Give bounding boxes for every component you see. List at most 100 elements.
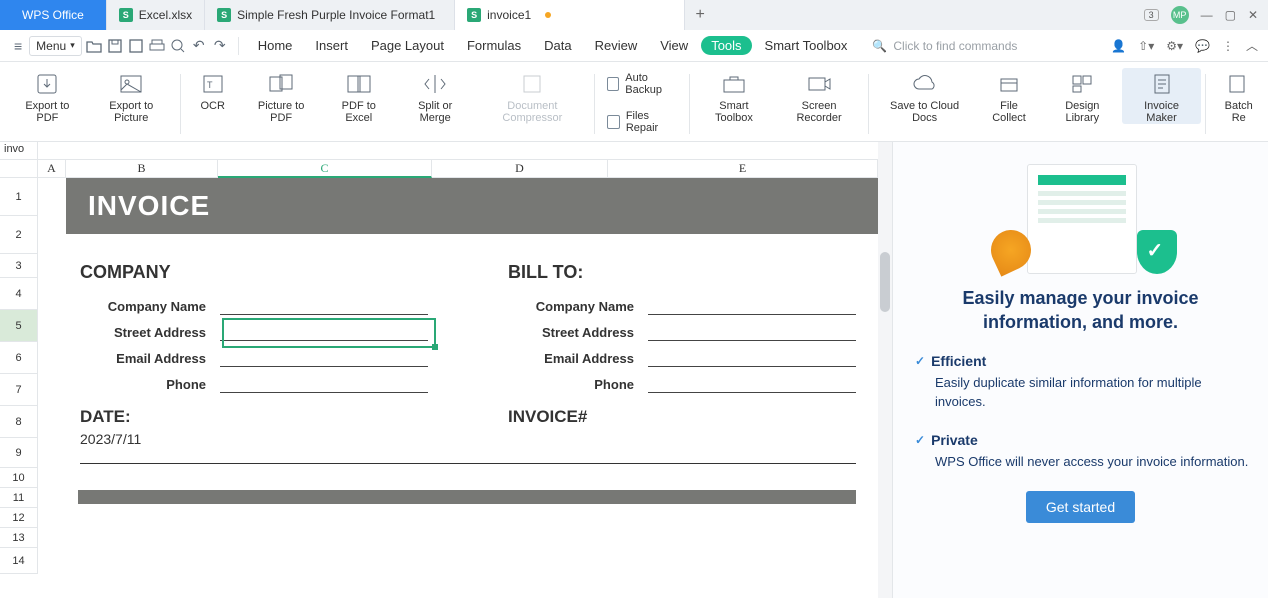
input-line[interactable] [220, 323, 428, 341]
doc-tab-3[interactable]: S invoice1 [455, 0, 685, 30]
menu-smart-toolbox[interactable]: Smart Toolbox [755, 34, 858, 57]
batch-rename-button[interactable]: Batch Re [1210, 68, 1268, 124]
screen-recorder-button[interactable]: Screen Recorder [774, 68, 865, 124]
share-icon[interactable]: ⇧▾ [1138, 39, 1154, 53]
pdf-to-excel-button[interactable]: PDF to Excel [322, 68, 397, 124]
input-line[interactable] [220, 375, 428, 393]
row-header[interactable]: 14 [0, 548, 38, 574]
collect-icon [995, 72, 1023, 96]
print-preview-icon[interactable] [169, 37, 187, 55]
input-line[interactable] [648, 297, 856, 315]
row-header[interactable]: 10 [0, 468, 38, 488]
row-header[interactable]: 3 [0, 254, 38, 278]
menu-formulas[interactable]: Formulas [457, 34, 531, 57]
open-icon[interactable] [85, 37, 103, 55]
new-tab-button[interactable]: + [685, 0, 715, 30]
save-cloud-button[interactable]: Save to Cloud Docs [873, 68, 976, 124]
file-collect-button[interactable]: File Collect [976, 68, 1042, 124]
row-header[interactable]: 13 [0, 528, 38, 548]
col-header[interactable]: E [608, 160, 878, 178]
undo-icon[interactable]: ↶ [190, 37, 208, 55]
label-phone: Phone [508, 377, 648, 392]
print-icon[interactable] [148, 37, 166, 55]
menu-view[interactable]: View [650, 34, 698, 57]
col-header[interactable]: D [432, 160, 608, 178]
row-header[interactable]: 1 [0, 178, 38, 216]
ribbon-label: PDF to Excel [332, 100, 387, 124]
export-picture-button[interactable]: Export to Picture [87, 68, 176, 124]
row-header[interactable]: 9 [0, 438, 38, 468]
close-icon[interactable]: ✕ [1248, 8, 1258, 22]
design-library-button[interactable]: Design Library [1042, 68, 1122, 124]
document-icon [1027, 164, 1137, 274]
name-box[interactable]: invo [0, 142, 38, 159]
ribbon-label: Picture to PDF [251, 100, 312, 124]
menu-tools[interactable]: Tools [701, 36, 751, 55]
input-line[interactable] [220, 297, 428, 315]
menu-home[interactable]: Home [248, 34, 303, 57]
tab-label: Excel.xlsx [139, 8, 192, 22]
divider [238, 37, 239, 55]
grid[interactable]: 1 2 3 4 5 6 7 8 9 10 11 12 13 14 A B C [0, 160, 878, 598]
get-started-button[interactable]: Get started [1026, 491, 1135, 523]
doc-tab-2[interactable]: S Simple Fresh Purple Invoice Format1 [205, 0, 455, 30]
maximize-icon[interactable]: ▢ [1225, 8, 1236, 22]
invoice-maker-button[interactable]: Invoice Maker [1122, 68, 1200, 124]
sheet-content: INVOICE COMPANY Company Name Street Addr… [38, 178, 878, 598]
feature-description: Easily duplicate similar information for… [935, 373, 1250, 412]
input-line[interactable] [220, 349, 428, 367]
menu-page-layout[interactable]: Page Layout [361, 34, 454, 57]
row-header[interactable]: 11 [0, 488, 38, 508]
user-avatar[interactable]: MP [1171, 6, 1189, 24]
input-line[interactable] [648, 323, 856, 341]
minimize-icon[interactable]: — [1201, 8, 1213, 22]
row-header[interactable]: 2 [0, 216, 38, 254]
collapse-ribbon-icon[interactable]: ︿ [1246, 37, 1258, 54]
pic-pdf-icon [267, 72, 295, 96]
col-header[interactable]: A [38, 160, 66, 178]
chat-icon[interactable]: 💬 [1195, 39, 1210, 53]
menu-insert[interactable]: Insert [305, 34, 358, 57]
more-icon[interactable]: ⋮ [1222, 39, 1234, 53]
save-icon[interactable] [106, 37, 124, 55]
files-repair-button[interactable]: Files Repair [607, 110, 677, 134]
smart-toolbox-button[interactable]: Smart Toolbox [694, 68, 774, 124]
document-compressor-button: Document Compressor [474, 68, 590, 124]
menu-data[interactable]: Data [534, 34, 581, 57]
row-header[interactable]: 5 [0, 310, 38, 342]
spreadsheet-icon: S [217, 8, 231, 22]
menu-dropdown[interactable]: Menu ▾ [29, 36, 82, 56]
label-email: Email Address [80, 351, 220, 366]
hamburger-icon[interactable]: ≡ [14, 38, 22, 54]
picture-to-pdf-button[interactable]: Picture to PDF [241, 68, 322, 124]
command-search[interactable]: 🔍 Click to find commands [872, 39, 1017, 53]
saveas-icon[interactable] [127, 37, 145, 55]
row-header[interactable]: 4 [0, 278, 38, 310]
export-pdf-button[interactable]: Export to PDF [8, 68, 87, 124]
scroll-thumb[interactable] [880, 252, 890, 312]
sheet-cells[interactable]: A B C D E INVOICE COMPANY Company Name S… [38, 160, 878, 598]
input-line[interactable] [648, 375, 856, 393]
col-header[interactable]: B [66, 160, 218, 178]
settings-icon[interactable]: ⚙▾ [1166, 39, 1183, 53]
input-line[interactable] [648, 349, 856, 367]
redo-icon[interactable]: ↷ [211, 37, 229, 55]
brand-tab[interactable]: WPS Office [0, 0, 107, 30]
vertical-scrollbar[interactable] [878, 142, 892, 598]
split-merge-button[interactable]: Split or Merge [396, 68, 474, 124]
user-icon[interactable]: 👤 [1111, 39, 1126, 53]
col-header[interactable]: C [218, 160, 432, 178]
menu-review[interactable]: Review [585, 34, 648, 57]
doc-tab-1[interactable]: S Excel.xlsx [107, 0, 205, 30]
select-all-corner[interactable] [0, 160, 38, 178]
ribbon-label: Invoice Maker [1132, 100, 1190, 124]
row-header[interactable]: 7 [0, 374, 38, 406]
name-box-row: invo [0, 142, 878, 160]
split-icon [421, 72, 449, 96]
auto-backup-button[interactable]: Auto Backup [607, 72, 677, 96]
ribbon-label: OCR [200, 100, 224, 112]
row-header[interactable]: 6 [0, 342, 38, 374]
row-header[interactable]: 12 [0, 508, 38, 528]
ocr-button[interactable]: TOCR [185, 68, 241, 112]
row-header[interactable]: 8 [0, 406, 38, 438]
